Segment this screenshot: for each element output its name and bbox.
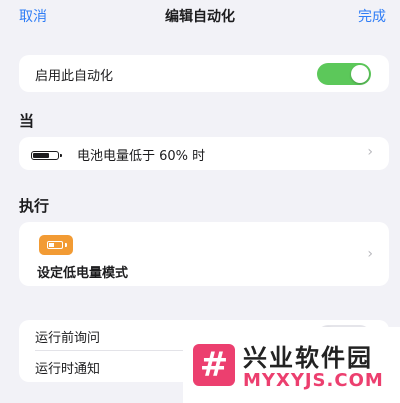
battery-icon xyxy=(31,151,62,160)
enable-automation-label: 启用此自动化 xyxy=(35,69,114,84)
ask-before-running-label: 运行前询问 xyxy=(35,331,101,346)
chevron-right-icon: › xyxy=(367,144,373,160)
watermark-brand-cn: 兴业软件园 xyxy=(243,344,373,372)
navigation-bar: 取消 编辑自动化 完成 xyxy=(0,0,400,30)
watermark-logo: # xyxy=(193,344,235,386)
enable-automation-row: 启用此自动化 xyxy=(19,55,389,92)
do-section-title: 执行 xyxy=(19,197,50,215)
when-section-title: 当 xyxy=(19,112,35,130)
action-battery-tip xyxy=(65,243,67,247)
page-title: 编辑自动化 xyxy=(165,9,235,25)
trigger-row[interactable]: 电池电量低于 60% 时 › xyxy=(19,137,389,170)
trigger-label: 电池电量低于 60% 时 xyxy=(77,149,206,164)
watermark-brand-en: MYXYJS.COM xyxy=(243,370,384,391)
action-label: 设定低电量模式 xyxy=(37,266,129,281)
notify-when-run-label: 运行时通知 xyxy=(35,362,101,377)
action-card[interactable]: 设定低电量模式 › xyxy=(19,222,389,286)
chevron-right-icon: › xyxy=(367,246,373,262)
enable-automation-toggle[interactable] xyxy=(317,63,371,85)
low-power-battery-icon xyxy=(39,235,73,255)
action-battery-body xyxy=(47,241,63,249)
action-battery-fill xyxy=(49,243,54,247)
battery-tip xyxy=(60,154,62,157)
toggle-knob xyxy=(351,65,369,83)
battery-level-fill xyxy=(33,153,49,158)
done-button[interactable]: 完成 xyxy=(358,6,386,26)
